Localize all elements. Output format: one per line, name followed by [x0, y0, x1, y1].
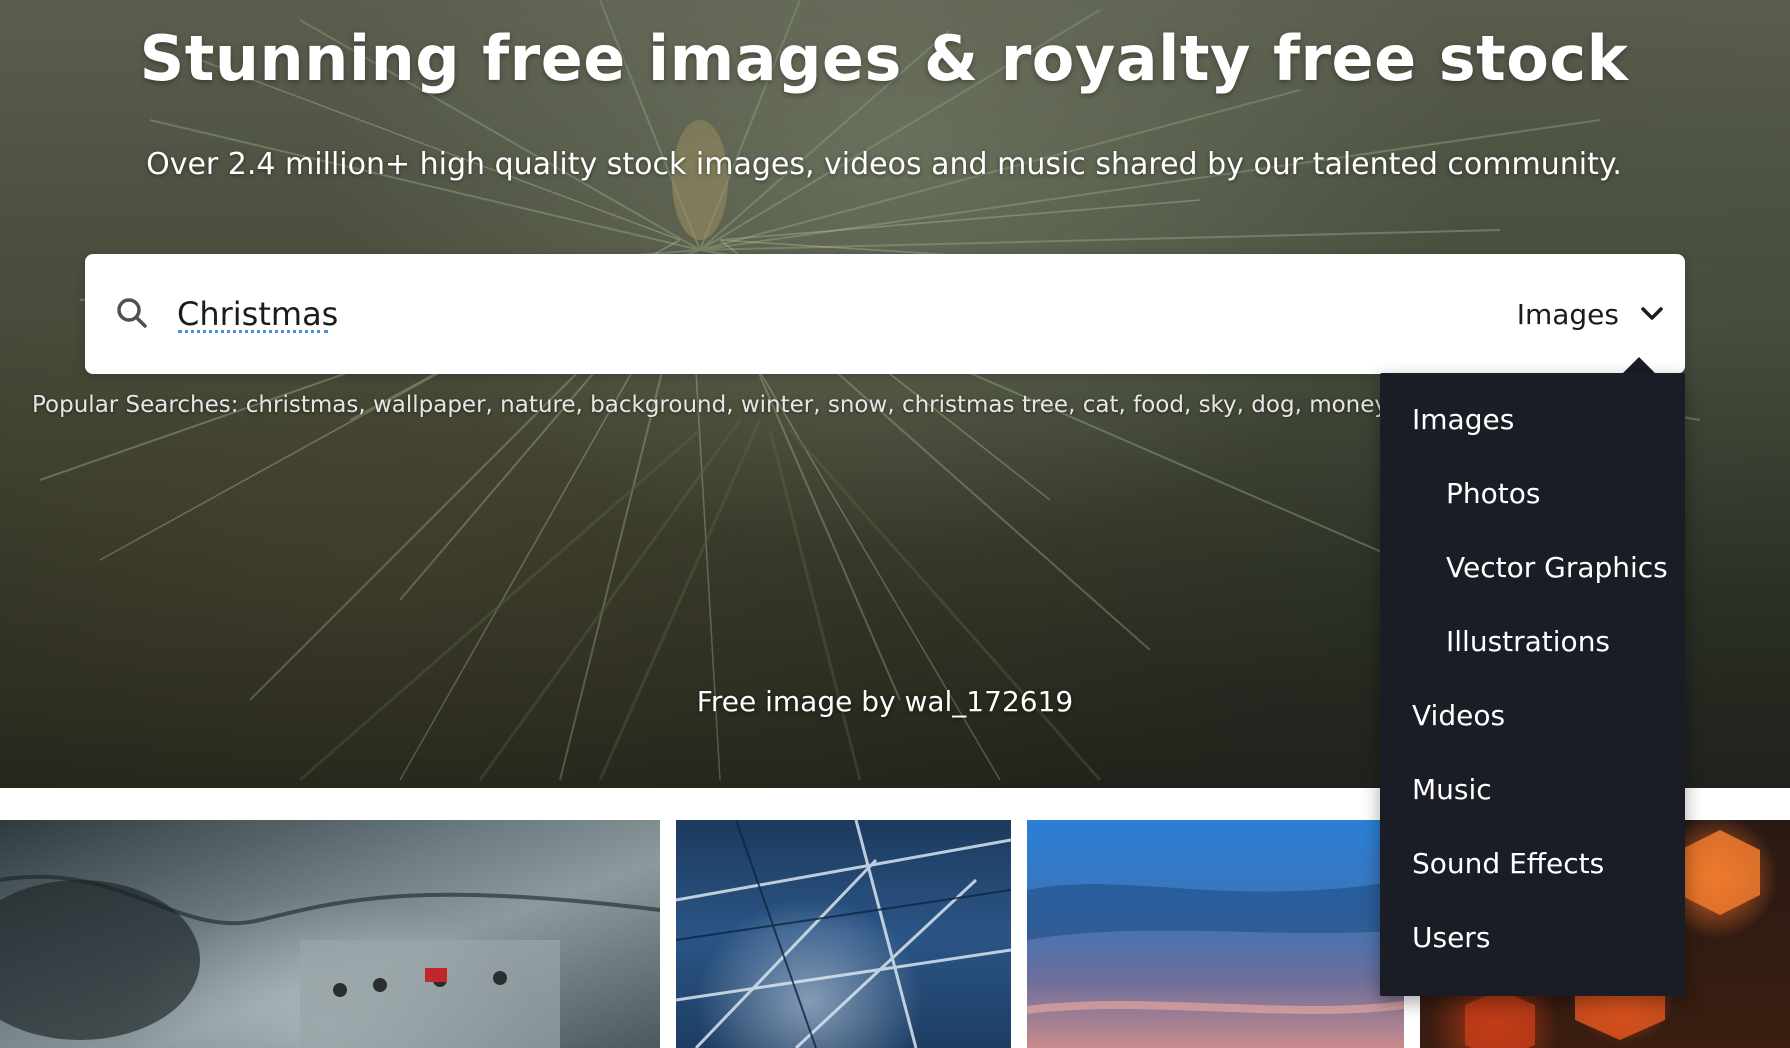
- image-tile[interactable]: [676, 820, 1011, 1048]
- media-type-label: Images: [1516, 297, 1619, 331]
- popular-search-link[interactable]: winter: [741, 392, 813, 418]
- dropdown-item-illustrations[interactable]: Illustrations: [1380, 605, 1685, 679]
- popular-search-link[interactable]: nature: [500, 392, 575, 418]
- popular-search-link[interactable]: wallpaper: [373, 392, 486, 418]
- search-bar: Images: [85, 254, 1685, 374]
- search-input[interactable]: [177, 282, 1377, 346]
- tile-image: [676, 820, 1011, 1048]
- image-tile[interactable]: [1027, 820, 1404, 1048]
- media-type-select[interactable]: Images: [1517, 284, 1665, 344]
- chevron-down-icon[interactable]: [1639, 301, 1665, 327]
- dropdown-item-videos[interactable]: Videos: [1380, 679, 1685, 753]
- tile-image: [0, 874, 660, 1048]
- dropdown-item-users[interactable]: Users: [1380, 901, 1685, 975]
- search-icon[interactable]: [115, 296, 149, 330]
- popular-search-link[interactable]: cat: [1083, 392, 1119, 418]
- tile-image: [1027, 880, 1404, 1014]
- popular-search-link[interactable]: money: [1309, 392, 1388, 418]
- image-tile[interactable]: [0, 820, 660, 1048]
- media-type-dropdown: Images Photos Vector Graphics Illustrations…: [1380, 373, 1685, 996]
- hero-subtitle: Over 2.4 million+ high quality stock ima…: [146, 147, 1622, 182]
- popular-search-link[interactable]: christmas tree: [902, 392, 1068, 418]
- popular-search-link[interactable]: christmas: [246, 392, 359, 418]
- dropdown-item-sound-effects[interactable]: Sound Effects: [1380, 827, 1685, 901]
- popular-search-link[interactable]: dog: [1251, 392, 1294, 418]
- popular-search-link[interactable]: food: [1133, 392, 1184, 418]
- popular-search-link[interactable]: background: [590, 392, 726, 418]
- dropdown-item-photos[interactable]: Photos: [1380, 457, 1685, 531]
- dropdown-caret: [1622, 357, 1656, 374]
- popular-searches-label: Popular Searches:: [32, 392, 239, 418]
- dropdown-item-vector-graphics[interactable]: Vector Graphics: [1380, 531, 1685, 605]
- popular-search-terms: christmas, wallpaper, nature, background…: [246, 392, 1511, 418]
- popular-search-link[interactable]: sky: [1199, 392, 1237, 418]
- spellcheck-underline: [178, 330, 328, 333]
- dropdown-item-music[interactable]: Music: [1380, 753, 1685, 827]
- hero-title: Stunning free images & royalty free stoc…: [139, 22, 1629, 95]
- popular-search-link[interactable]: snow: [828, 392, 887, 418]
- dropdown-item-images[interactable]: Images: [1380, 383, 1685, 457]
